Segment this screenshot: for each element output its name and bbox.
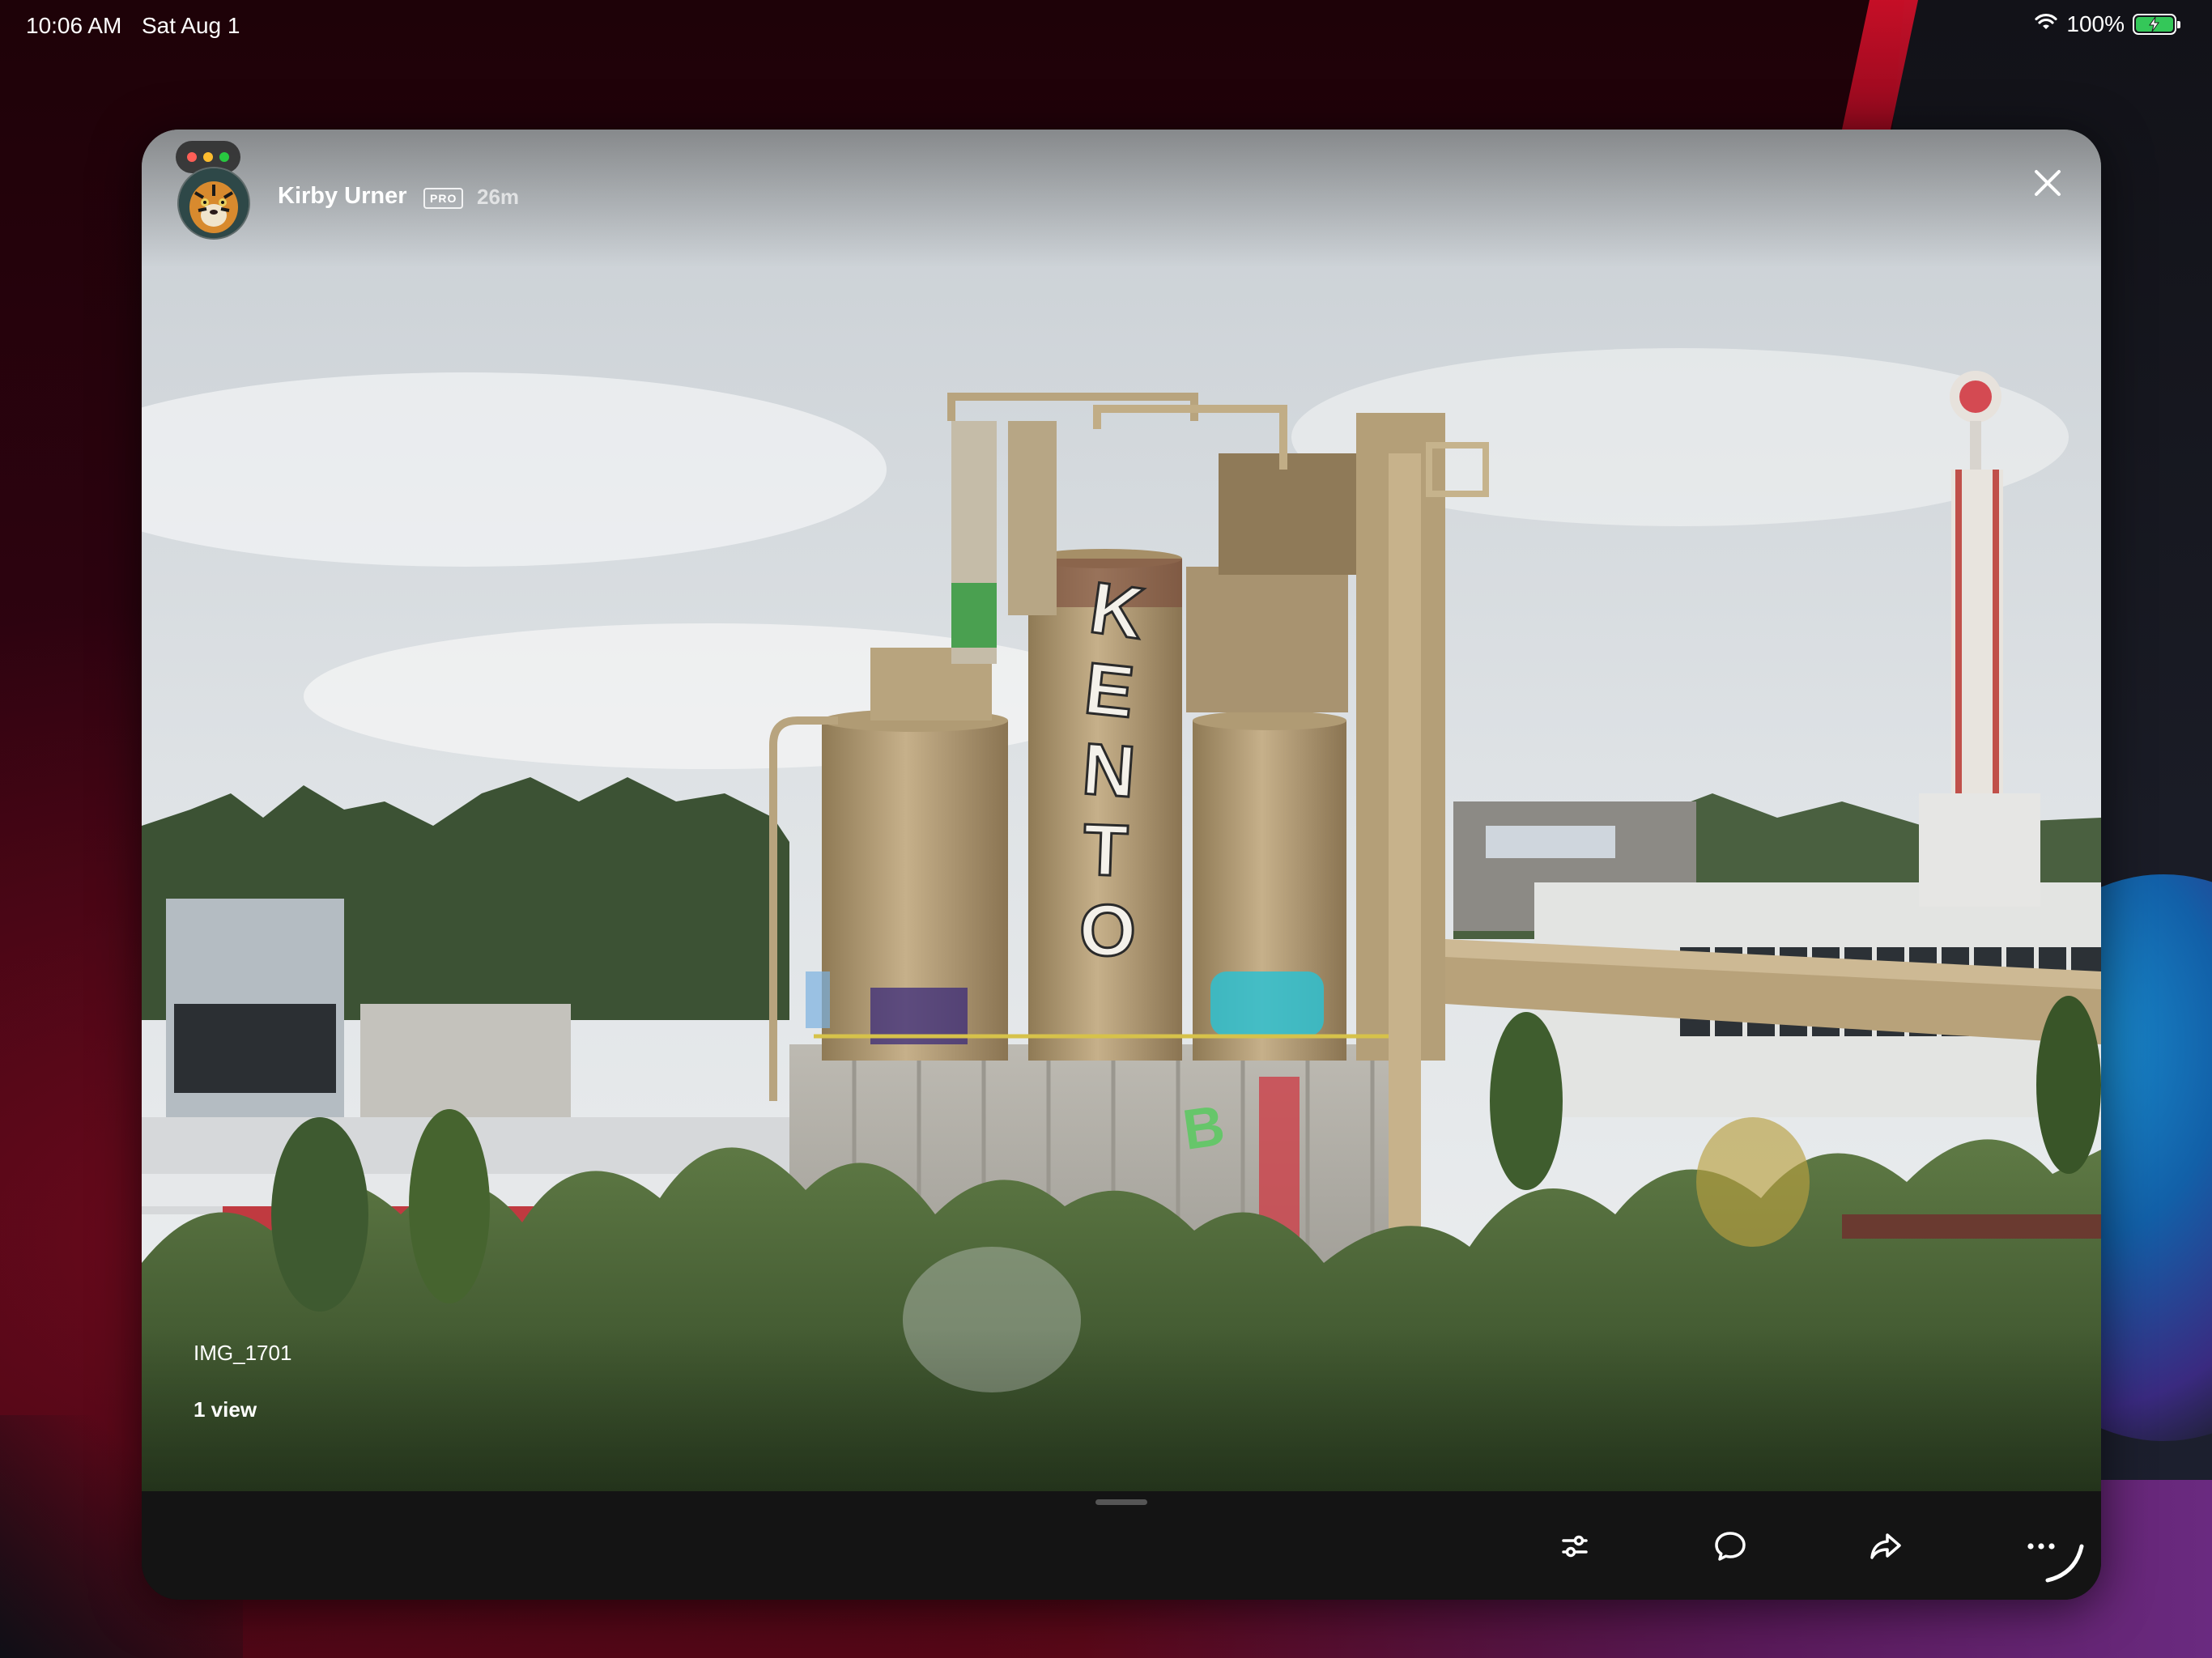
svg-text:E: E [1081, 648, 1138, 733]
svg-text:O: O [1079, 891, 1136, 971]
svg-text:T: T [1082, 810, 1129, 892]
svg-text:N: N [1080, 729, 1138, 813]
minimize-dot[interactable] [203, 152, 213, 162]
adjust-icon [1562, 1535, 1588, 1558]
battery-percent: 100% [2066, 11, 2125, 36]
close-dot[interactable] [187, 152, 197, 162]
share-button[interactable] [1857, 1517, 1915, 1575]
post-age: 26m [477, 185, 520, 209]
resize-handle-icon[interactable] [2040, 1538, 2088, 1587]
status-time: 10:06 AM [26, 13, 122, 38]
close-icon [2035, 170, 2061, 196]
status-right: 100% [2034, 11, 2180, 37]
tiger-avatar-icon [179, 168, 249, 238]
avatar[interactable] [177, 167, 250, 240]
bottom-toolbar [142, 1491, 2101, 1600]
status-date: Sat Aug 1 [142, 13, 240, 38]
pro-badge: PRO [423, 188, 464, 209]
status-bar: 10:06 AM Sat Aug 1 100% [0, 0, 2212, 52]
photo[interactable]: B K E N T O [142, 130, 2101, 1491]
comment-icon [1715, 1532, 1746, 1561]
adjust-button[interactable] [1546, 1517, 1604, 1575]
photo-viewer-window: B K E N T O Kirby Urner PRO 26m IMG_1701… [142, 130, 2101, 1600]
photo-title: IMG_1701 [194, 1341, 292, 1365]
zoom-dot[interactable] [219, 152, 229, 162]
share-icon [1870, 1533, 1901, 1559]
close-button[interactable] [2028, 164, 2067, 202]
user-name[interactable]: Kirby Urner [278, 183, 407, 210]
drag-handle[interactable] [1095, 1499, 1147, 1505]
view-count[interactable]: 1 view [194, 1397, 257, 1422]
svg-text:B: B [1179, 1094, 1228, 1162]
comment-button[interactable] [1701, 1517, 1759, 1575]
wifi-icon [2034, 11, 2058, 37]
battery-charging-icon [2133, 14, 2180, 35]
svg-text:K: K [1085, 568, 1148, 655]
